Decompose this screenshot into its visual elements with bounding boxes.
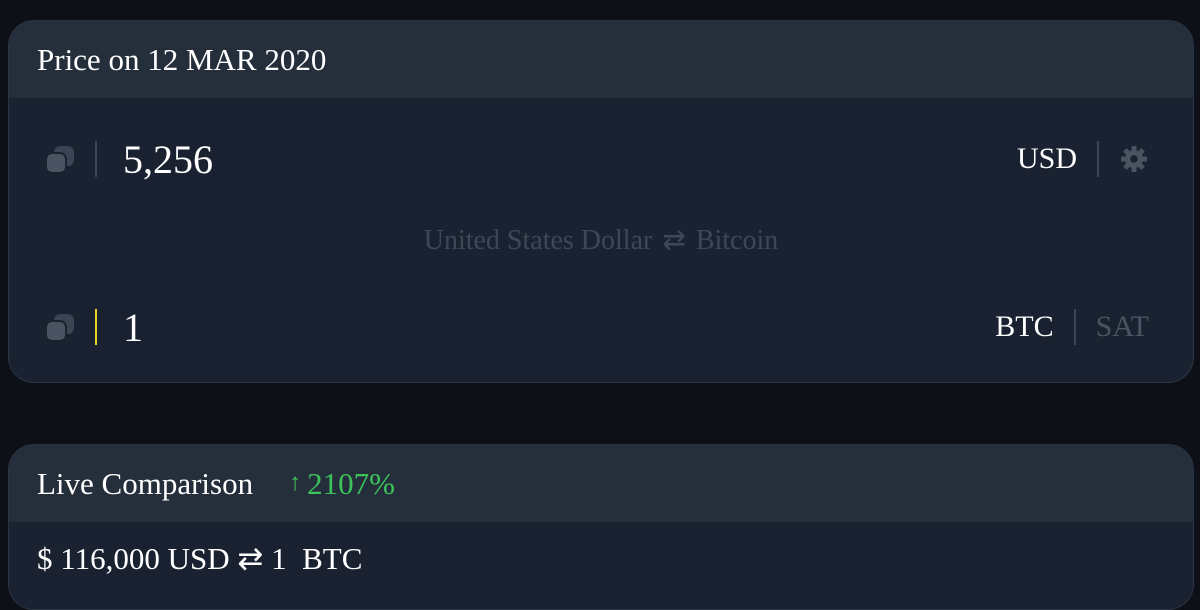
live-comparison-card: Live Comparison ↑ 2107% $ 116,000 USD ⇄ … xyxy=(8,444,1194,610)
historical-price-title: Price on 12 MAR 2020 xyxy=(37,41,327,77)
fiat-input-divider xyxy=(95,141,97,177)
historical-price-header: Price on 12 MAR 2020 xyxy=(9,21,1193,98)
gear-icon[interactable] xyxy=(1119,144,1149,174)
currency-pair-caption: United States Dollar ⇄ Bitcoin xyxy=(9,223,1193,257)
price-change-badge: ↑ 2107% xyxy=(289,466,395,502)
btc-unit-divider xyxy=(1073,309,1076,345)
btc-amount-input[interactable]: 1 xyxy=(123,304,143,351)
fiat-unit-selector[interactable]: USD xyxy=(1017,142,1077,176)
sat-unit-selector[interactable]: SAT xyxy=(1096,310,1149,344)
copy-icon[interactable] xyxy=(43,142,77,176)
price-change-value: 2107% xyxy=(307,465,395,501)
copy-icon[interactable] xyxy=(43,310,77,344)
arrow-up-icon: ↑ xyxy=(289,470,302,496)
live-btc-value: 1 BTC xyxy=(271,541,363,576)
live-comparison-title: Live Comparison xyxy=(37,465,254,501)
live-comparison-value: $ 116,000 USD ⇄ 1 BTC xyxy=(37,541,362,577)
live-comparison-header: Live Comparison ↑ 2107% xyxy=(9,445,1193,522)
fiat-unit-divider xyxy=(1097,141,1099,177)
pair-to-label: Bitcoin xyxy=(695,225,779,256)
btc-unit-selector[interactable]: BTC xyxy=(995,310,1053,344)
swap-arrows-icon: ⇄ xyxy=(237,541,264,576)
btc-input-row: 1 BTC SAT xyxy=(9,297,1193,357)
fiat-input-row: 5,256 USD xyxy=(9,129,1193,189)
swap-arrows-icon[interactable]: ⇄ xyxy=(662,225,685,256)
btc-input-cursor xyxy=(95,309,97,345)
live-fiat-value: $ 116,000 USD xyxy=(37,541,230,576)
pair-from-label: United States Dollar xyxy=(423,225,653,256)
fiat-amount-input[interactable]: 5,256 xyxy=(123,136,213,183)
historical-price-card: Price on 12 MAR 2020 5,256 USD United St… xyxy=(8,20,1194,383)
